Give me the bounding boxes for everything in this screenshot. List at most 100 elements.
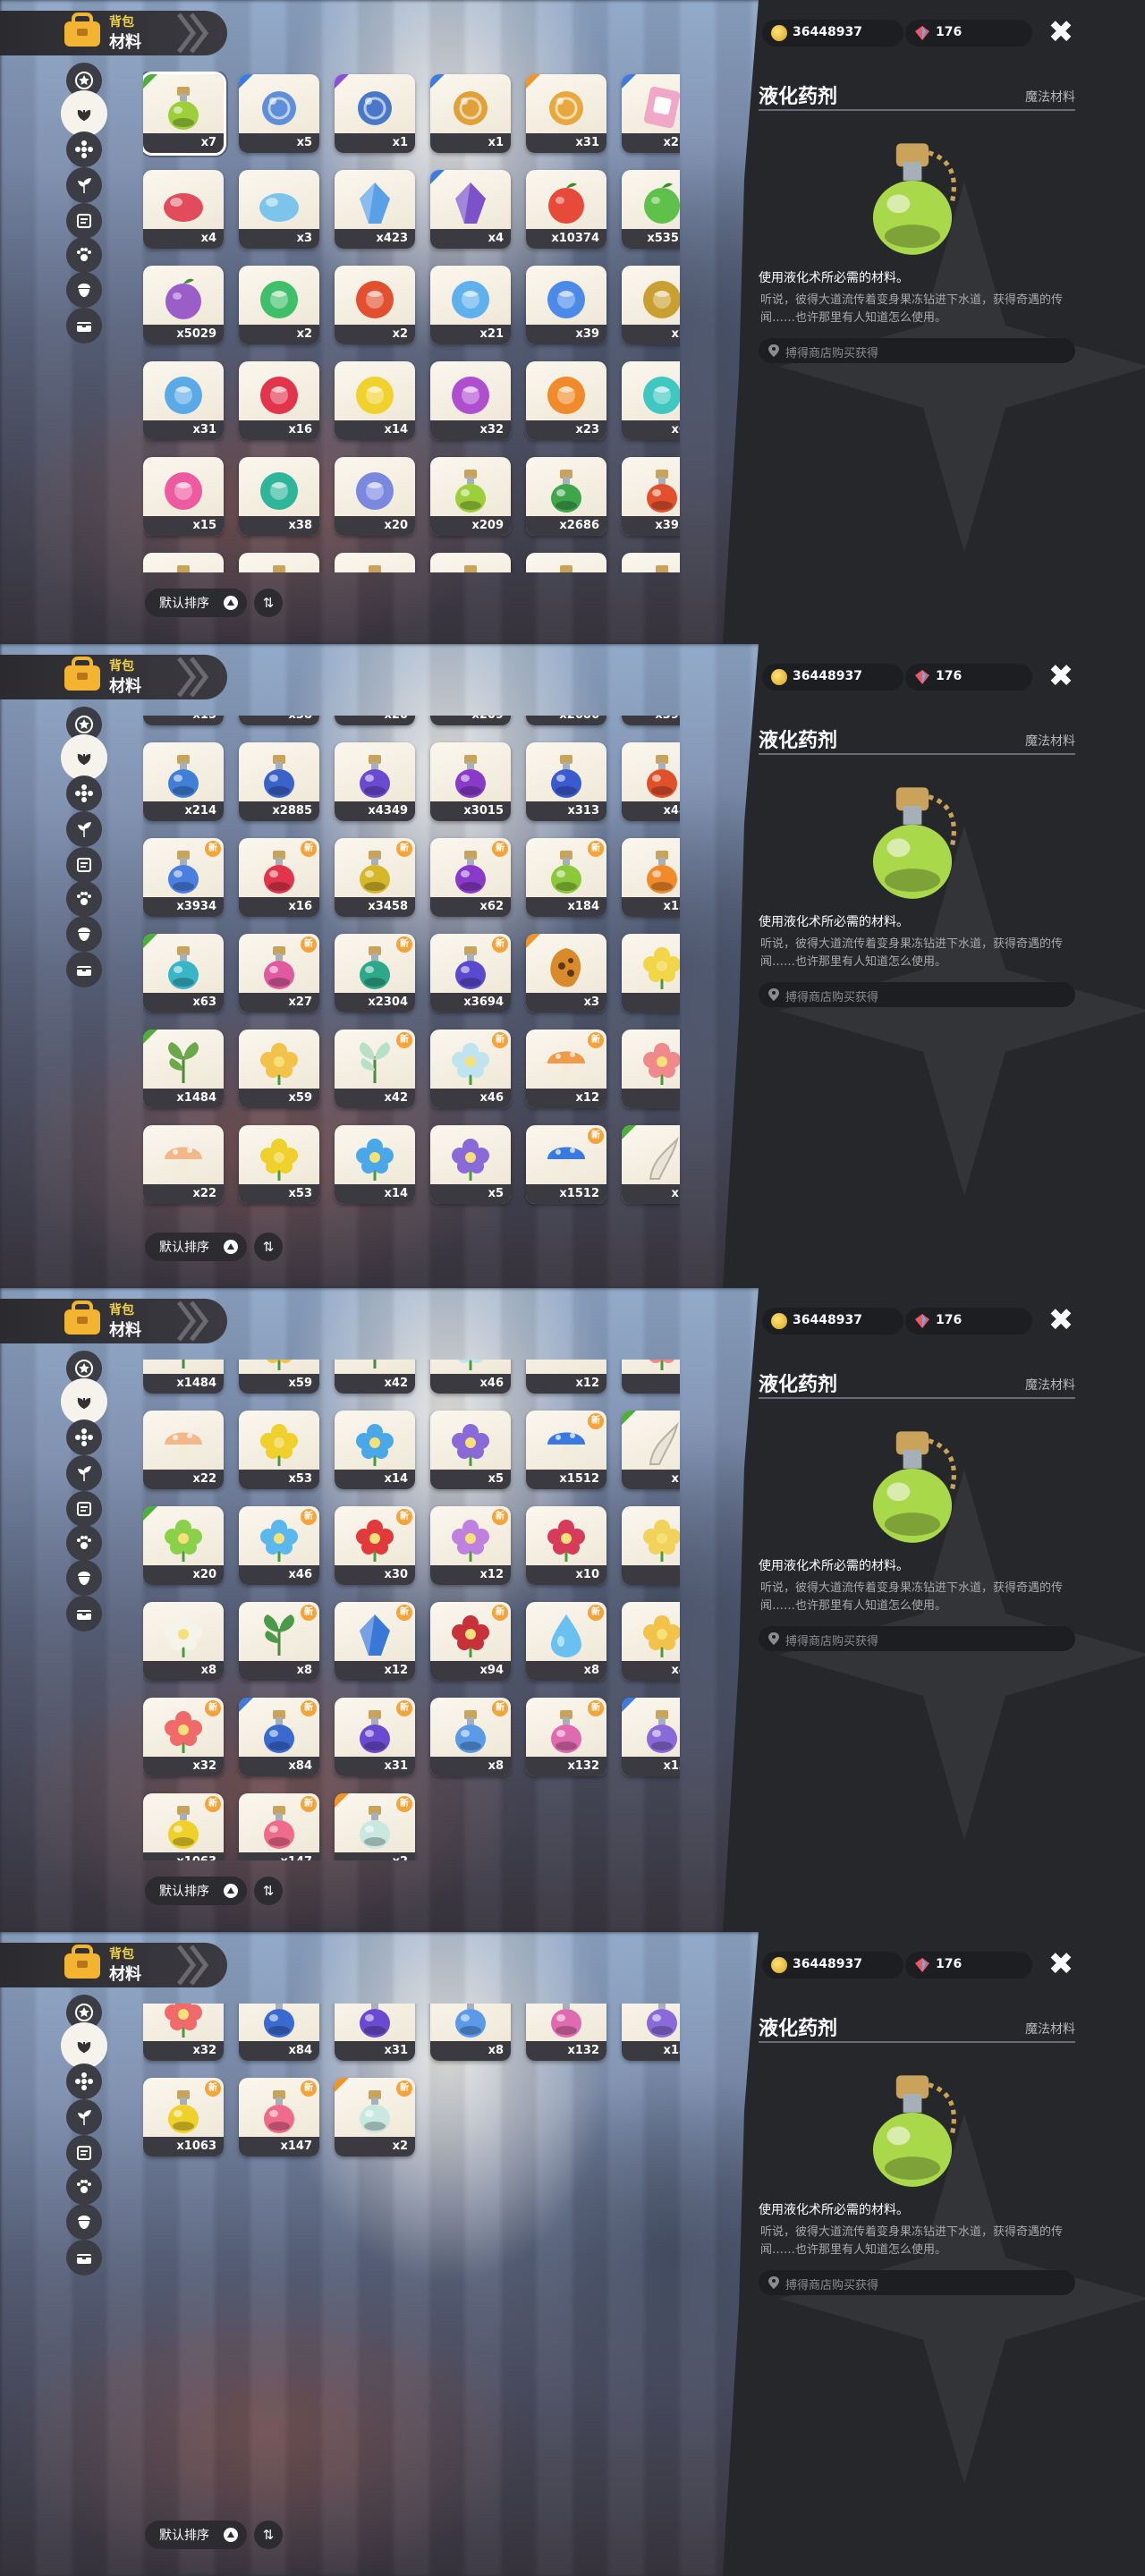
item-card[interactable]: x10 (526, 1506, 606, 1585)
item-card[interactable]: 新x46 (239, 1506, 319, 1585)
item-card[interactable]: x481 (622, 553, 680, 572)
item-card[interactable]: 新x8 (526, 1602, 606, 1681)
sidebar-tab-card[interactable] (66, 2135, 102, 2171)
item-card[interactable]: x7 (143, 72, 226, 156)
item-card[interactable]: x10374 (526, 170, 606, 249)
item-card[interactable]: x4349 (335, 742, 415, 821)
item-card[interactable]: x214 (143, 742, 224, 821)
item-card[interactable]: 新x42 (335, 1360, 415, 1394)
item-card[interactable]: 新x31 (335, 2004, 415, 2061)
item-card[interactable]: x2 (622, 1030, 680, 1108)
close-icon[interactable]: ✖ (1045, 1304, 1077, 1336)
item-card[interactable]: x32 (430, 361, 511, 440)
item-card[interactable]: 新 x3934 (143, 838, 224, 917)
sidebar-tab-pawprint[interactable] (66, 881, 102, 917)
item-card[interactable]: x2 (335, 266, 415, 344)
sidebar-tab-pawprint[interactable] (66, 237, 102, 273)
item-card[interactable]: 新 x62 (430, 838, 511, 917)
item-card[interactable]: x219 (622, 74, 680, 153)
item-card[interactable]: 新 x2 (335, 2078, 415, 2157)
item-card[interactable]: x15 (143, 716, 224, 725)
item-card[interactable]: x2885 (239, 742, 319, 821)
sort-order-button[interactable]: ⇅ (254, 1877, 283, 1905)
sort-dropdown[interactable]: 默认排序 (145, 1877, 247, 1905)
sidebar-tab-acorn[interactable] (66, 1560, 102, 1596)
sort-dropdown[interactable]: 默认排序 (145, 589, 247, 617)
item-card[interactable]: x1484 (143, 1030, 224, 1108)
item-card[interactable]: 新x42 (335, 1030, 415, 1108)
item-card[interactable]: 新x31 (335, 1698, 415, 1776)
item-card[interactable]: 新x131 (622, 1698, 680, 1776)
item-card[interactable]: x5 (239, 74, 319, 153)
item-card[interactable]: x3 (239, 170, 319, 249)
item-card[interactable]: x53 (239, 1125, 319, 1204)
item-card[interactable]: 新x131 (622, 838, 680, 917)
item-card[interactable]: x2686 (526, 457, 606, 536)
item-card[interactable]: 新x131 (622, 2004, 680, 2061)
sidebar-tab-acorn[interactable] (66, 272, 102, 308)
sort-dropdown[interactable]: 默认排序 (145, 2521, 247, 2549)
item-card[interactable]: 新 x27 (239, 934, 319, 1013)
sidebar-tab-card[interactable] (66, 203, 102, 239)
item-card[interactable]: 新 x1063 (143, 1793, 224, 1860)
item-card[interactable]: x423 (335, 170, 415, 249)
item-card[interactable]: 新 x12 (526, 1030, 606, 1108)
item-card[interactable]: x16 (239, 361, 319, 440)
item-card[interactable]: 新 x3694 (430, 934, 511, 1013)
item-card[interactable]: 新 x12 (335, 1602, 415, 1681)
item-card[interactable]: x3920 (622, 716, 680, 725)
item-card[interactable]: 新x84 (239, 2004, 319, 2061)
item-card[interactable]: x313 (526, 742, 606, 821)
item-card[interactable]: x31 (526, 74, 606, 153)
item-card[interactable]: x59 (239, 1030, 319, 1108)
item-card[interactable]: 新x46 (430, 1360, 511, 1394)
sidebar-tab-leaf[interactable] (61, 90, 107, 137)
item-card[interactable]: x4349 (335, 553, 415, 572)
sidebar-tab-sprout[interactable] (66, 811, 102, 847)
item-card[interactable]: x15 (143, 457, 224, 536)
item-card[interactable]: 新 x94 (430, 1602, 511, 1681)
item-card[interactable]: 新x32 (143, 2004, 224, 2061)
item-card[interactable]: x39 (526, 266, 606, 344)
item-card[interactable]: 新x32 (143, 1698, 224, 1776)
item-card[interactable]: x21 (430, 266, 511, 344)
item-card[interactable]: 新 x12 (430, 1506, 511, 1585)
item-card[interactable]: x4 (143, 170, 224, 249)
item-card[interactable]: 新x8 (430, 1698, 511, 1776)
sidebar-tab-flower[interactable] (66, 2063, 102, 2099)
sidebar-tab-chest[interactable] (66, 308, 102, 343)
item-card[interactable]: x20 (335, 457, 415, 536)
item-card[interactable]: x2885 (239, 553, 319, 572)
item-card[interactable]: x10 (622, 1125, 680, 1204)
item-card[interactable]: 新x8 (622, 1506, 680, 1585)
close-icon[interactable]: ✖ (1045, 16, 1077, 48)
item-card[interactable]: x4 (430, 170, 511, 249)
sort-order-button[interactable]: ⇅ (254, 589, 283, 617)
item-card[interactable]: 新 x1063 (143, 2078, 224, 2157)
item-card[interactable]: x1 (430, 74, 511, 153)
item-card[interactable]: 新x132 (526, 2004, 606, 2061)
sidebar-tab-flower[interactable] (66, 1419, 102, 1455)
item-card[interactable]: 新 x2 (335, 1793, 415, 1860)
item-card[interactable]: x3 (526, 934, 606, 1013)
item-card[interactable]: 新 x1512 (526, 1125, 606, 1204)
item-card[interactable]: 新x132 (526, 1698, 606, 1776)
sort-order-button[interactable]: ⇅ (254, 2521, 283, 2549)
sidebar-tab-sprout[interactable] (66, 2099, 102, 2135)
item-card[interactable]: x2 (622, 934, 680, 1013)
sidebar-tab-acorn[interactable] (66, 2204, 102, 2240)
item-card[interactable]: x61 (622, 361, 680, 440)
item-card[interactable]: x14 (335, 1125, 415, 1204)
sort-order-button[interactable]: ⇅ (254, 1233, 283, 1261)
item-card[interactable]: x1 (335, 74, 415, 153)
item-card[interactable]: x8 (143, 1602, 224, 1681)
item-card[interactable]: x63 (143, 934, 224, 1013)
sidebar-tab-leaf[interactable] (61, 2022, 107, 2069)
sidebar-tab-pawprint[interactable] (66, 1525, 102, 1561)
sidebar-tab-chest[interactable] (66, 952, 102, 987)
item-card[interactable]: 新 x2304 (335, 934, 415, 1013)
item-card[interactable]: x5029 (143, 266, 224, 344)
item-card[interactable]: x22 (143, 1125, 224, 1204)
item-card[interactable]: x5 (430, 1125, 511, 1204)
item-card[interactable]: 新 x30 (335, 1506, 415, 1585)
